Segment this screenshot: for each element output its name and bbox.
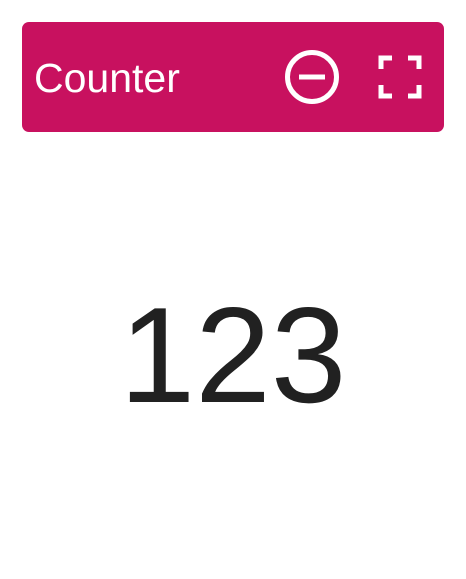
- app-toolbar: Counter: [22, 22, 444, 132]
- minus-circle-icon: [285, 50, 339, 104]
- counter-app: Counter 123: [0, 0, 466, 579]
- toolbar-title: Counter: [34, 55, 180, 101]
- fullscreen-button[interactable]: [372, 49, 428, 105]
- counter-value: 123: [119, 279, 347, 431]
- fullscreen-icon: [378, 55, 422, 99]
- decrement-button[interactable]: [284, 49, 340, 105]
